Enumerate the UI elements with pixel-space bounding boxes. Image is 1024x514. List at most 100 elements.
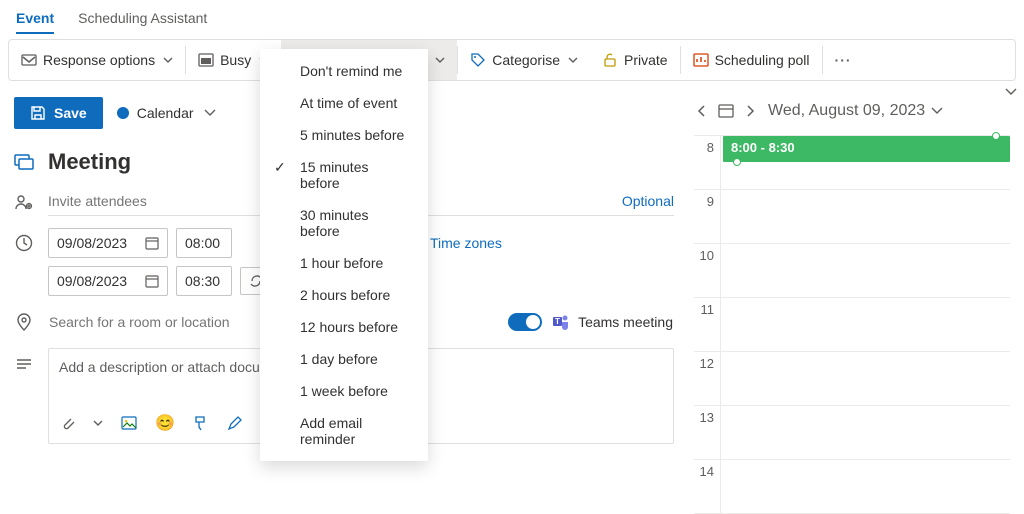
hour-label: 8 [694, 136, 720, 189]
tag-icon [470, 52, 486, 68]
end-time-input[interactable]: 08:30 [176, 266, 232, 296]
save-icon [30, 105, 46, 121]
hour-cell[interactable] [720, 190, 1010, 243]
busy-icon [198, 52, 214, 68]
scheduling-poll-button[interactable]: Scheduling poll [681, 40, 822, 80]
collapse-toolbar-button[interactable] [1005, 86, 1017, 98]
poll-icon [693, 52, 709, 68]
attach-icon[interactable] [59, 415, 75, 431]
end-time-value: 08:30 [185, 273, 220, 289]
response-icon [21, 52, 37, 68]
reminder-option[interactable]: 15 minutes before [260, 151, 428, 199]
image-icon[interactable] [121, 415, 137, 431]
optional-attendees-link[interactable]: Optional [622, 193, 674, 209]
save-button[interactable]: Save [14, 97, 103, 129]
unlock-icon [602, 52, 618, 68]
svg-text:T: T [555, 317, 560, 326]
displayed-date-picker[interactable]: Wed, August 09, 2023 [768, 102, 943, 120]
time-zones-link[interactable]: Time zones [430, 235, 502, 251]
private-button[interactable]: Private [590, 40, 680, 80]
hour-label: 12 [694, 352, 720, 405]
hour-label: 11 [694, 298, 720, 351]
hour-cell[interactable] [720, 298, 1010, 351]
scheduling-poll-label: Scheduling poll [715, 52, 810, 68]
start-date-value: 09/08/2023 [57, 235, 127, 251]
prev-day-button[interactable] [694, 103, 710, 119]
reminder-option[interactable]: 1 week before [260, 375, 428, 407]
response-options-button[interactable]: Response options [9, 40, 185, 80]
hour-row: 13 [694, 406, 1010, 460]
reminder-option[interactable]: Add email reminder [260, 407, 428, 455]
hour-cell[interactable] [720, 460, 1010, 513]
calendar-event-block[interactable]: 8:00 - 8:30 [723, 136, 1010, 162]
teams-meeting-label: Teams meeting [578, 314, 673, 330]
format-painter-icon[interactable] [193, 415, 209, 431]
hour-cell[interactable] [720, 244, 1010, 297]
more-actions-button[interactable]: ··· [823, 40, 864, 80]
people-icon [14, 193, 34, 211]
start-date-input[interactable]: 09/08/2023 [48, 228, 168, 258]
pen-icon[interactable] [227, 415, 243, 431]
hour-row: 12 [694, 352, 1010, 406]
calendar-picker[interactable]: Calendar [117, 105, 216, 121]
start-time-input[interactable]: 08:00 [176, 228, 232, 258]
hour-label: 13 [694, 406, 720, 459]
next-day-button[interactable] [742, 103, 758, 119]
hour-cell[interactable] [720, 406, 1010, 459]
reminder-option[interactable]: At time of event [260, 87, 428, 119]
reminder-option[interactable]: 5 minutes before [260, 119, 428, 151]
chevron-down-icon [435, 55, 445, 65]
hour-label: 10 [694, 244, 720, 297]
calendar-icon [145, 236, 159, 250]
chevron-left-icon [696, 105, 708, 117]
reminder-option[interactable]: Don't remind me [260, 55, 428, 87]
emoji-icon[interactable]: 😊 [155, 413, 175, 433]
reminder-option[interactable]: 30 minutes before [260, 199, 428, 247]
attach-chevron-icon[interactable] [93, 418, 103, 428]
calendar-color-dot [117, 107, 129, 119]
tab-event[interactable]: Event [16, 6, 54, 34]
ellipsis-icon: ··· [835, 52, 852, 68]
resize-handle-bottom[interactable] [733, 158, 741, 166]
displayed-date-label: Wed, August 09, 2023 [768, 102, 925, 120]
private-label: Private [624, 52, 668, 68]
end-date-input[interactable]: 09/08/2023 [48, 266, 168, 296]
show-as-label: Busy [220, 52, 251, 68]
hour-row: 9 [694, 190, 1010, 244]
chevron-down-icon [931, 105, 943, 117]
resize-handle-top[interactable] [992, 132, 1000, 140]
reminder-option[interactable]: 2 hours before [260, 279, 428, 311]
hour-cell[interactable]: 8:00 - 8:30 [720, 136, 1010, 189]
save-button-label: Save [54, 105, 87, 121]
event-toolbar: Response options Busy 15 minutes before … [8, 39, 1016, 81]
reminder-option[interactable]: 12 hours before [260, 311, 428, 343]
chevron-down-icon [1005, 86, 1017, 98]
calendar-today-icon [718, 103, 734, 119]
teams-meeting-toggle[interactable] [508, 313, 542, 331]
hour-row: 88:00 - 8:30 [694, 136, 1010, 190]
categorise-button[interactable]: Categorise [458, 40, 590, 80]
chevron-down-icon [163, 55, 173, 65]
reminder-option[interactable]: 1 day before [260, 343, 428, 375]
chevron-down-icon [568, 55, 578, 65]
today-button[interactable] [716, 101, 736, 121]
hour-cell[interactable] [720, 352, 1010, 405]
chevron-down-icon [204, 107, 216, 119]
day-calendar-panel: Wed, August 09, 2023 88:00 - 8:309101112… [694, 97, 1010, 514]
reminder-option[interactable]: 1 hour before [260, 247, 428, 279]
hour-label: 9 [694, 190, 720, 243]
calendar-icon [145, 274, 159, 288]
chat-icon [14, 152, 34, 172]
hour-row: 11 [694, 298, 1010, 352]
clock-icon [14, 228, 34, 252]
teams-icon: T [552, 313, 570, 331]
hour-row: 14 [694, 460, 1010, 514]
location-icon [14, 313, 34, 331]
hour-row: 10 [694, 244, 1010, 298]
event-tabs: Event Scheduling Assistant [0, 0, 1024, 35]
day-grid: 88:00 - 8:3091011121314 [694, 135, 1010, 514]
event-form: Save Calendar Optional [14, 97, 674, 514]
calendar-picker-label: Calendar [137, 105, 194, 121]
tab-scheduling-assistant[interactable]: Scheduling Assistant [78, 6, 207, 34]
description-icon [14, 348, 34, 374]
